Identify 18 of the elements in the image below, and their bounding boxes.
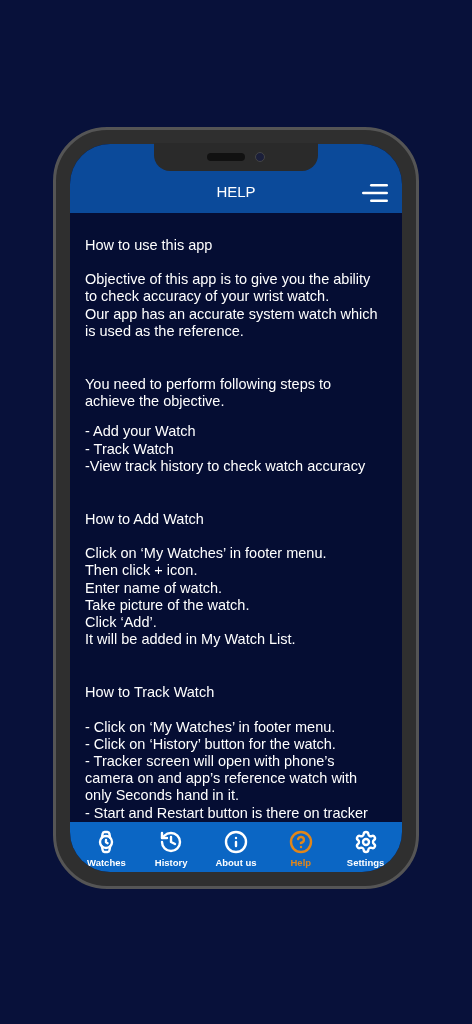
settings-icon — [353, 829, 378, 854]
help-paragraph: Objective of this app is to give you the ability to check accuracy of your wrist watch. Our app has an accurate system watch which is used as the reference. — [85, 271, 379, 340]
help-paragraph: Click on ‘My Watches’ in footer menu. Then click + icon. Enter name of watch. Take picture of the watch. Click ‘Add’. It will be added in My Watch List. — [85, 545, 328, 649]
footer-tab[interactable]: Settings — [334, 829, 397, 871]
help-paragraph: - Click on ‘My Watches’ in footer menu. - Click on ‘History’ button for the watch. - Tracker screen will open with phone’s camera on and app’s reference watch with only Seconds hand in it. - Start and Restart button is there on tracker — [85, 718, 369, 822]
footer-tab[interactable]: History — [140, 829, 203, 871]
footer-tab[interactable]: About us — [205, 829, 267, 871]
footer-tab[interactable]: Watches — [75, 829, 138, 871]
menu-icon[interactable] — [362, 183, 388, 203]
section-heading: How to Track Watch — [85, 684, 216, 702]
screen-title: HELP — [216, 181, 256, 202]
question-icon — [288, 829, 313, 854]
help-paragraph: - Add your Watch - Track Watch -View track history to check watch accuracy — [85, 423, 367, 476]
section-heading: How to Add Watch — [85, 511, 205, 529]
section-heading: How to use this app — [85, 237, 214, 255]
info-icon — [224, 829, 248, 854]
history-icon — [159, 829, 184, 854]
help-paragraph: You need to perform following steps to achieve the objective. — [85, 376, 333, 411]
